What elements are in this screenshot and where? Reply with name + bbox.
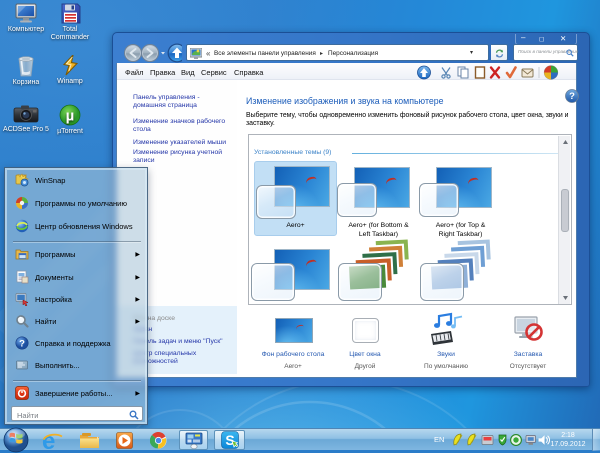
svg-text:µ: µ xyxy=(66,108,75,125)
svg-text:?: ? xyxy=(569,91,575,102)
svg-text:e: e xyxy=(42,430,55,451)
svg-text:?: ? xyxy=(19,338,25,349)
